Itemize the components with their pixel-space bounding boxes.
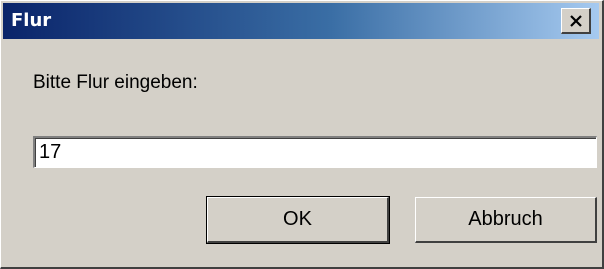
close-icon (569, 14, 582, 27)
ok-button[interactable]: OK (206, 196, 390, 244)
window-title: Flur (11, 10, 52, 31)
title-bar[interactable]: Flur (3, 3, 599, 39)
cancel-button[interactable]: Abbruch (415, 197, 597, 243)
dialog-window: Flur Bitte Flur eingeben: OK Abbruch (0, 0, 604, 269)
floor-input[interactable] (33, 136, 597, 168)
prompt-label: Bitte Flur eingeben: (33, 72, 198, 93)
close-button[interactable] (561, 8, 591, 34)
